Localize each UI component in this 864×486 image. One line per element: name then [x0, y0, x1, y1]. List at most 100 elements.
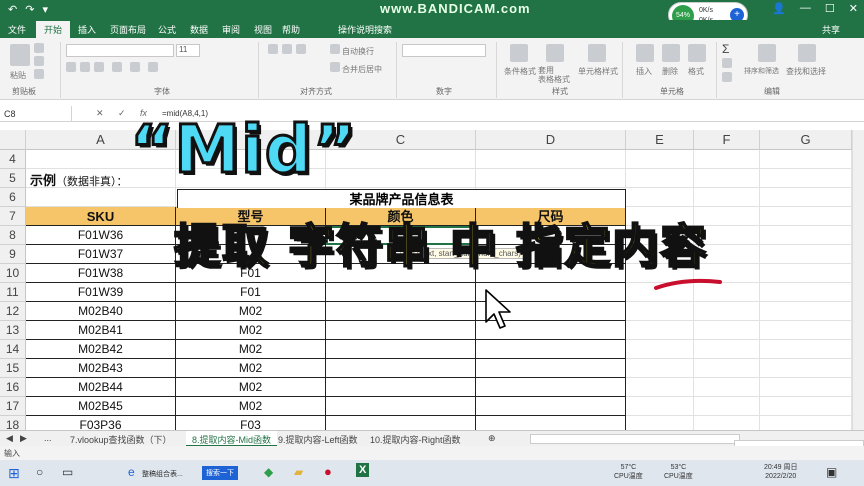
green-app-icon[interactable]: ◆	[264, 465, 273, 479]
vertical-scrollbar[interactable]	[852, 130, 864, 430]
cell-e15[interactable]	[626, 359, 694, 378]
sheet-tab-5[interactable]: ⊕	[488, 433, 496, 444]
cell-e5[interactable]	[626, 169, 694, 188]
font-size-select[interactable]: 11	[176, 44, 200, 57]
column-header-d[interactable]: D	[476, 130, 626, 150]
cell-f18[interactable]	[694, 416, 760, 430]
find-select-label[interactable]: 查找和选择	[786, 66, 826, 77]
cell-g7[interactable]	[760, 207, 852, 226]
cell-f12[interactable]	[694, 302, 760, 321]
row-header-18[interactable]: 18	[0, 416, 26, 430]
cell-a6[interactable]	[26, 188, 176, 207]
border-icon[interactable]	[112, 62, 122, 72]
find-select-icon[interactable]	[798, 44, 816, 62]
cell-f6[interactable]	[694, 188, 760, 207]
italic-icon[interactable]	[80, 62, 90, 72]
cell-b16[interactable]: M02	[176, 378, 326, 397]
cell-g17[interactable]	[760, 397, 852, 416]
align-top-icon[interactable]	[268, 44, 278, 54]
bold-icon[interactable]	[66, 62, 76, 72]
sheet-tab-1[interactable]: 7.vlookup查找函数（下）	[70, 433, 172, 446]
undo-icon[interactable]: ↶	[8, 3, 17, 16]
column-header-f[interactable]: F	[694, 130, 760, 150]
cell-c17[interactable]	[326, 397, 476, 416]
cell-a9[interactable]: F01W37	[26, 245, 176, 264]
horizontal-scrollbar[interactable]	[530, 434, 740, 444]
cell-f15[interactable]	[694, 359, 760, 378]
select-all-corner[interactable]	[0, 130, 26, 150]
paste-icon[interactable]	[10, 44, 30, 66]
cell-e16[interactable]	[626, 378, 694, 397]
ribbon-tab-3[interactable]: 页面布局	[110, 23, 146, 36]
cell-b13[interactable]: M02	[176, 321, 326, 340]
cell-d15[interactable]	[476, 359, 626, 378]
wrap-text-icon[interactable]	[330, 44, 340, 54]
sheet-nav-prev-icon[interactable]: ◀	[6, 433, 13, 444]
sort-filter-label[interactable]: 排序和筛选	[744, 66, 779, 76]
ribbon-tab-8[interactable]: 帮助	[282, 23, 300, 36]
cell-a11[interactable]: F01W39	[26, 283, 176, 302]
column-header-g[interactable]: G	[760, 130, 852, 150]
ribbon-tab-1[interactable]: 开始	[36, 21, 71, 38]
delete-cell-icon[interactable]	[662, 44, 680, 62]
cell-a14[interactable]: M02B42	[26, 340, 176, 359]
cell-g9[interactable]	[760, 245, 852, 264]
name-box[interactable]: C8	[0, 106, 72, 122]
cell-e18[interactable]	[626, 416, 694, 430]
format-cell-icon[interactable]	[688, 44, 706, 62]
number-format-select[interactable]	[402, 44, 486, 57]
row-header-15[interactable]: 15	[0, 359, 26, 378]
cell-c12[interactable]	[326, 302, 476, 321]
cell-a7[interactable]: SKU	[26, 207, 176, 226]
sort-filter-icon[interactable]	[758, 44, 776, 62]
autosum-icon[interactable]: Σ	[722, 42, 729, 56]
cell-g12[interactable]	[760, 302, 852, 321]
insert-cell-icon[interactable]	[636, 44, 654, 62]
row-header-17[interactable]: 17	[0, 397, 26, 416]
cell-a12[interactable]: M02B40	[26, 302, 176, 321]
underline-icon[interactable]	[94, 62, 104, 72]
cell-g18[interactable]	[760, 416, 852, 430]
taskbar-app-excel-file[interactable]: 整稿组合表...	[142, 469, 183, 479]
cell-e4[interactable]	[626, 150, 694, 169]
edge-icon[interactable]: e	[128, 465, 135, 479]
fill-icon[interactable]	[722, 58, 732, 68]
cell-f14[interactable]	[694, 340, 760, 359]
format-cell-label[interactable]: 格式	[688, 66, 704, 77]
cell-d16[interactable]	[476, 378, 626, 397]
cell-c13[interactable]	[326, 321, 476, 340]
notification-icon[interactable]: ▣	[826, 465, 837, 479]
table-format-icon[interactable]	[546, 44, 564, 62]
sheet-tab-4[interactable]: 10.提取内容-Right函数	[370, 433, 461, 446]
column-header-e[interactable]: E	[626, 130, 694, 150]
sheet-tab-2[interactable]: 8.提取内容-Mid函数	[186, 431, 278, 447]
row-header-14[interactable]: 14	[0, 340, 26, 359]
merge-center-icon[interactable]	[330, 62, 340, 72]
cut-icon[interactable]	[34, 43, 44, 53]
row-header-4[interactable]: 4	[0, 150, 26, 169]
cell-b14[interactable]: M02	[176, 340, 326, 359]
cell-e14[interactable]	[626, 340, 694, 359]
font-name-select[interactable]	[66, 44, 174, 57]
wrap-text-label[interactable]: 自动换行	[342, 46, 374, 57]
cell-g13[interactable]	[760, 321, 852, 340]
cell-e6[interactable]	[626, 188, 694, 207]
conditional-format-label[interactable]: 条件格式	[504, 66, 536, 77]
cell-c11[interactable]	[326, 283, 476, 302]
cell-g11[interactable]	[760, 283, 852, 302]
cell-b11[interactable]: F01	[176, 283, 326, 302]
cell-c15[interactable]	[326, 359, 476, 378]
close-button[interactable]: ✕	[849, 2, 858, 15]
cell-b15[interactable]: M02	[176, 359, 326, 378]
cell-a10[interactable]: F01W38	[26, 264, 176, 283]
row-header-5[interactable]: 5	[0, 169, 26, 188]
cell-f5[interactable]	[694, 169, 760, 188]
folder-icon[interactable]: ▰	[294, 465, 303, 479]
align-bottom-icon[interactable]	[296, 44, 306, 54]
cancel-icon[interactable]: ✕	[96, 108, 104, 119]
ribbon-tab-7[interactable]: 视图	[254, 23, 272, 36]
cell-b17[interactable]: M02	[176, 397, 326, 416]
record-icon[interactable]: ●	[324, 464, 332, 479]
align-middle-icon[interactable]	[282, 44, 292, 54]
cell-g15[interactable]	[760, 359, 852, 378]
